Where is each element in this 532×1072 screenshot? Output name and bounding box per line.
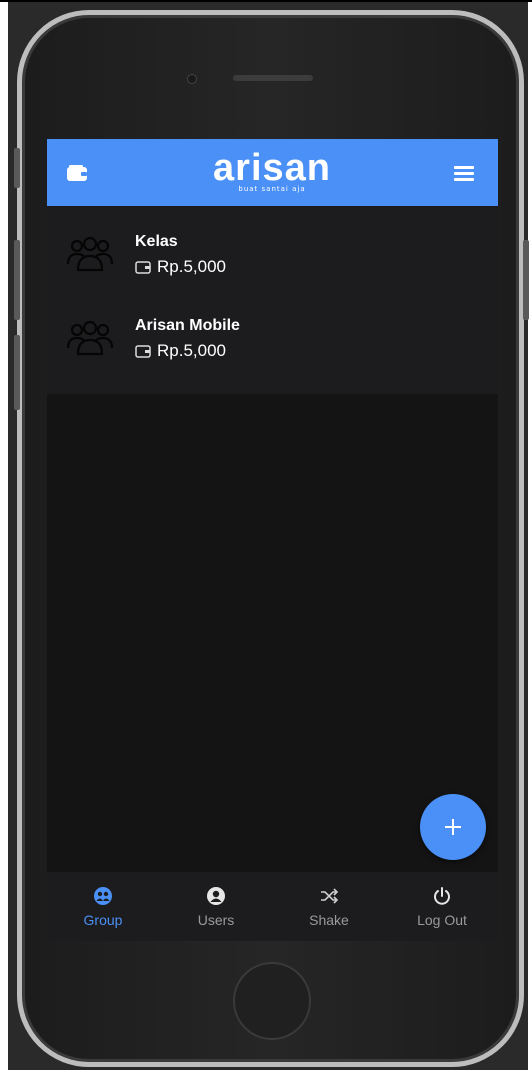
- wallet-icon: [135, 260, 151, 274]
- group-icon: [66, 236, 114, 272]
- nav-item-logout[interactable]: Log Out: [386, 872, 498, 941]
- wallet-icon[interactable]: [66, 164, 88, 182]
- group-name: Arisan Mobile: [135, 317, 240, 334]
- phone-side-button: [14, 335, 20, 410]
- nav-label: Users: [197, 912, 235, 928]
- group-amount: Rp.5,000: [135, 341, 226, 361]
- menu-icon[interactable]: [452, 163, 476, 183]
- plus-icon: [445, 819, 461, 835]
- nav-label: Shake: [309, 912, 349, 928]
- phone-side-button: [14, 240, 20, 320]
- group-nav-icon: [94, 887, 112, 905]
- group-list: Kelas Rp.5,000 Arisan Mobile Rp.5,000: [47, 206, 498, 394]
- power-icon: [434, 887, 450, 905]
- amount-value: Rp.5,000: [157, 341, 226, 360]
- nav-item-users[interactable]: Users: [160, 872, 272, 941]
- phone-side-button: [523, 240, 529, 320]
- app-screen: arisan buat santai aja Kelas Rp.5,000 Ar…: [47, 139, 498, 941]
- bottom-navigation: Group Users Shake Log Out: [47, 872, 498, 941]
- nav-item-group[interactable]: Group: [47, 872, 159, 941]
- add-group-button[interactable]: [420, 794, 486, 860]
- user-circle-icon: [207, 887, 225, 905]
- front-camera: [187, 74, 197, 84]
- group-name: Kelas: [135, 233, 178, 250]
- wallet-icon: [135, 344, 151, 358]
- group-icon: [66, 320, 114, 356]
- app-tagline: buat santai aja: [238, 185, 306, 193]
- phone-speaker: [233, 75, 313, 81]
- list-item[interactable]: Kelas Rp.5,000: [47, 206, 498, 290]
- amount-value: Rp.5,000: [157, 257, 226, 276]
- home-button[interactable]: [233, 962, 311, 1040]
- shuffle-icon: [321, 888, 339, 904]
- list-item[interactable]: Arisan Mobile Rp.5,000: [47, 290, 498, 374]
- app-bar: arisan buat santai aja: [47, 139, 498, 206]
- nav-label: Group: [83, 912, 123, 928]
- nav-label: Log Out: [417, 912, 467, 928]
- app-logo: arisan: [213, 147, 331, 189]
- nav-item-shake[interactable]: Shake: [273, 872, 385, 941]
- group-amount: Rp.5,000: [135, 257, 226, 277]
- phone-side-button: [14, 148, 20, 188]
